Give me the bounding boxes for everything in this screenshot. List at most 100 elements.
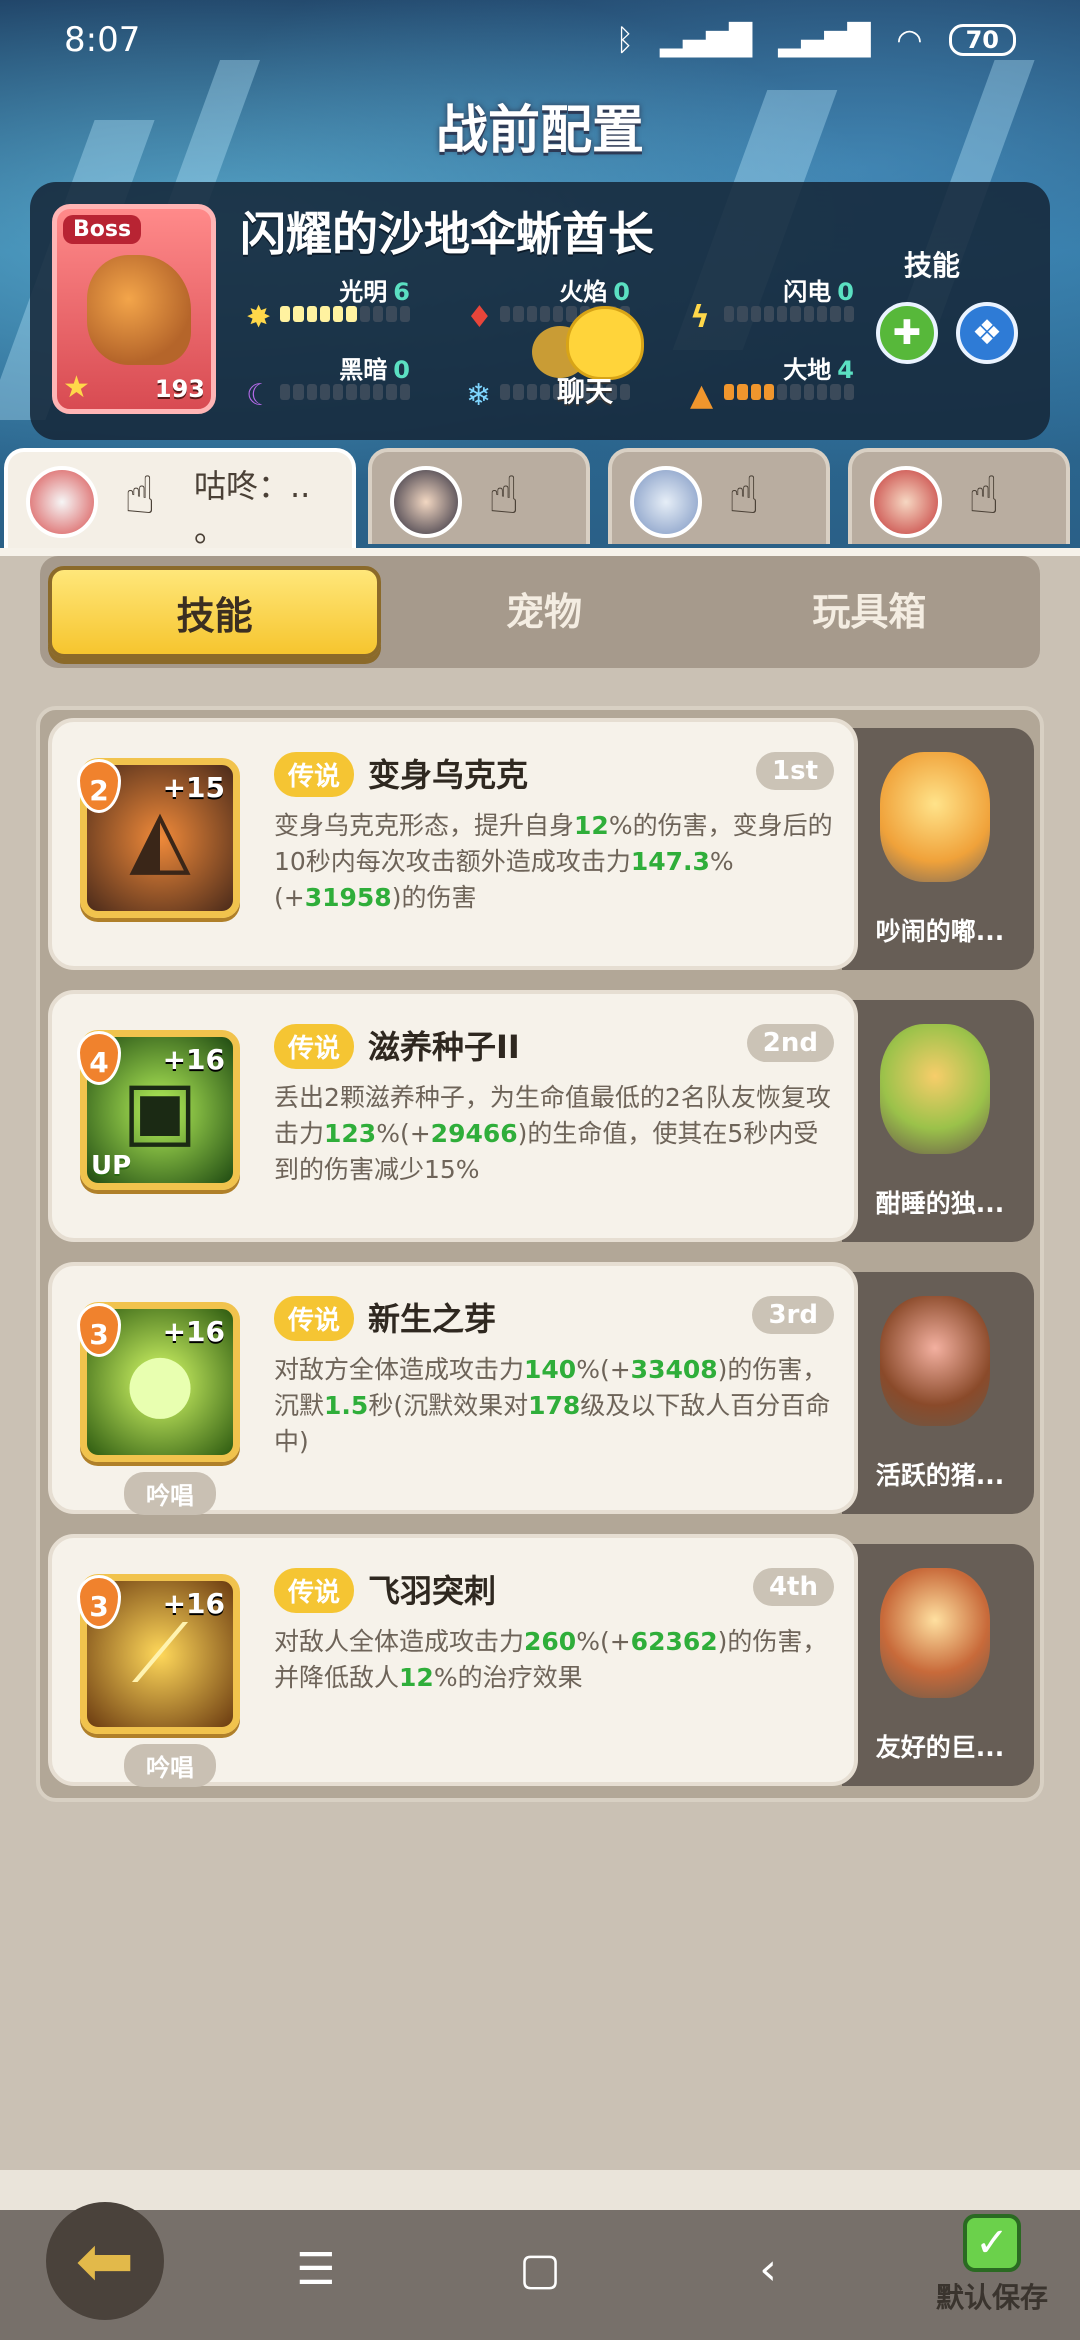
highlight-value: 12 [574,811,609,840]
tap-hand-icon: ☝ [488,466,520,526]
description-text: %(+ [576,1627,631,1656]
team-tab-4[interactable]: ☝ [848,448,1070,544]
moon-icon: ☾ [246,378,273,413]
bar-segment [553,306,564,322]
description-text: %(+ [376,1119,431,1148]
rarity-badge: 传说 [274,1024,355,1069]
bar-segment [750,384,761,400]
wifi-icon: ◠ [896,22,923,58]
rarity-badge: 传说 [274,1296,355,1341]
skill-name: 变身乌克克 [368,756,529,794]
chant-badge: 吟唱 [124,1744,216,1787]
bar-segment [777,384,788,400]
bar-segment [830,306,841,322]
description-text: )的伤害 [391,883,477,912]
skill-description: 变身乌克克形态，提升自身12%的伤害，变身后的10秒内每次攻击额外造成攻击力14… [274,808,838,916]
pet-art [880,1024,990,1154]
description-text: 对敌人全体造成攻击力 [274,1627,525,1656]
crystal-skill-icon[interactable]: ❖ [956,302,1018,364]
home-key-icon[interactable]: ▢ [510,2244,570,2295]
skill-row-1: 吵闹的嘟... ◭ +15 2 传说 变身乌克克 1st 变身乌克克形态，提升自… [48,718,1034,970]
element-light: 光明 6 ✸ [246,278,410,335]
bar-segment [539,306,551,322]
bar-segment [513,306,524,322]
default-save-button[interactable]: ✓ 默认保存 [930,2214,1054,2324]
owl-skill-icon: ◭ +15 2 [77,758,240,918]
boss-portrait[interactable]: Boss ★ 193 [52,204,216,414]
bar-segment [763,384,775,400]
skill-card-1[interactable]: ◭ +15 2 传说 变身乌克克 1st 变身乌克克形态，提升自身12%的伤害，… [48,718,858,970]
skill-plus: +16 [162,1315,225,1348]
flame-icon: ♦ [466,300,493,335]
back-arrow-icon[interactable]: ⬅ [46,2202,164,2320]
skill-card-3[interactable]: ● +16 3 吟唱 传说 新生之芽 3rd 对敌方全体造成攻击力140%(+3… [48,1262,858,1515]
tab-toybox[interactable]: 玩具箱 [707,566,1032,658]
bar-segment [803,384,815,400]
pet-art [880,1296,990,1426]
pet-slot-3[interactable]: 活跃的猪... [842,1272,1034,1514]
team-tab-2[interactable]: ☝ [368,448,590,544]
bar-segment [386,384,397,400]
avatar [870,466,942,538]
tab-pets[interactable]: 宠物 [381,566,706,658]
element-bar-light [280,306,410,322]
highlight-value: 12 [399,1663,434,1692]
boss-art [87,255,191,365]
status-bar: 8:07 ᛒ ▂▄▆█ ▂▄▆█ ◠ 70 [0,0,1080,80]
highlight-value: 31958 [304,883,392,912]
tap-hand-icon: ☝ [968,466,1000,526]
back-key-icon[interactable]: ‹ [738,2244,798,2295]
element-bar-lightning [724,306,854,322]
boss-name: 闪耀的沙地伞蜥酋长 [240,207,654,261]
skill-plus: +15 [162,771,225,804]
bluetooth-icon: ᛒ [615,22,634,58]
chat-button-label[interactable]: 聊天 [530,370,640,410]
bar-segment [280,384,291,400]
skill-plus: +16 [162,1587,225,1620]
pet-slot-1[interactable]: 吵闹的嘟... [842,728,1034,970]
skill-card-4[interactable]: ⟋ +16 3 吟唱 传说 飞羽突刺 4th 对敌人全体造成攻击力260%(+6… [48,1534,858,1787]
bar-segment [500,384,511,400]
bar-segment [306,306,317,322]
bar-segment [346,306,357,322]
sun-icon: ✸ [246,300,272,335]
bar-segment [724,384,735,400]
bar-segment [359,384,371,400]
signal-icon: ▂▄▆█ [659,22,753,58]
skill-row-2: 酣睡的独... ▣ +16 UP 4 传说 滋养种子II 2nd 丢出2颗滋养种… [48,990,1034,1242]
tab-skills[interactable]: 技能 [48,566,382,658]
highlight-value: 62362 [630,1627,718,1656]
bar-segment [333,306,344,322]
default-save-label: 默认保存 [935,2281,1048,2314]
pet-name: 酣睡的独... [875,1189,1005,1218]
description-text: 秒(沉默效果对 [368,1391,529,1420]
team-tab-3[interactable]: ☝ [608,448,830,544]
element-bar-dark [280,384,410,400]
chat-emoji-icon[interactable] [566,306,644,380]
team-member-tabs: ☝ 咕咚：.. 。 ☝ ☝ ☝ [0,448,1080,552]
skill-name: 飞羽突刺 [368,1572,497,1610]
bar-segment [737,306,748,322]
team-chat-text: 咕咚：.. 。 [194,467,311,549]
team-tab-1[interactable]: ☝ 咕咚：.. 。 [4,448,356,552]
menu-key-icon[interactable]: ☰ [286,2244,346,2295]
pet-art [880,1568,990,1698]
avatar [26,466,98,538]
bar-segment [319,384,331,400]
skill-card-2[interactable]: ▣ +16 UP 4 传说 滋养种子II 2nd 丢出2颗滋养种子，为生命值最低… [48,990,858,1242]
bar-segment [843,306,854,322]
boss-tag: Boss [63,215,142,244]
pet-slot-4[interactable]: 友好的巨... [842,1544,1034,1786]
bar-segment [777,306,788,322]
pet-name: 友好的巨... [875,1733,1005,1762]
highlight-value: 1.5 [324,1391,369,1420]
skill-description: 丢出2颗滋养种子，为生命值最低的2名队友恢复攻击力123%(+29466)的生命… [274,1080,838,1188]
pet-slot-2[interactable]: 酣睡的独... [842,1000,1034,1242]
bar-segment [399,384,410,400]
element-earth: 大地 4 ▲ [690,356,854,413]
bottom-divider [0,2170,1080,2210]
rarity-badge: 传说 [274,752,355,797]
heal-skill-icon[interactable]: ✚ [876,302,938,364]
highlight-value: 29466 [430,1119,518,1148]
bar-segment [500,306,511,322]
